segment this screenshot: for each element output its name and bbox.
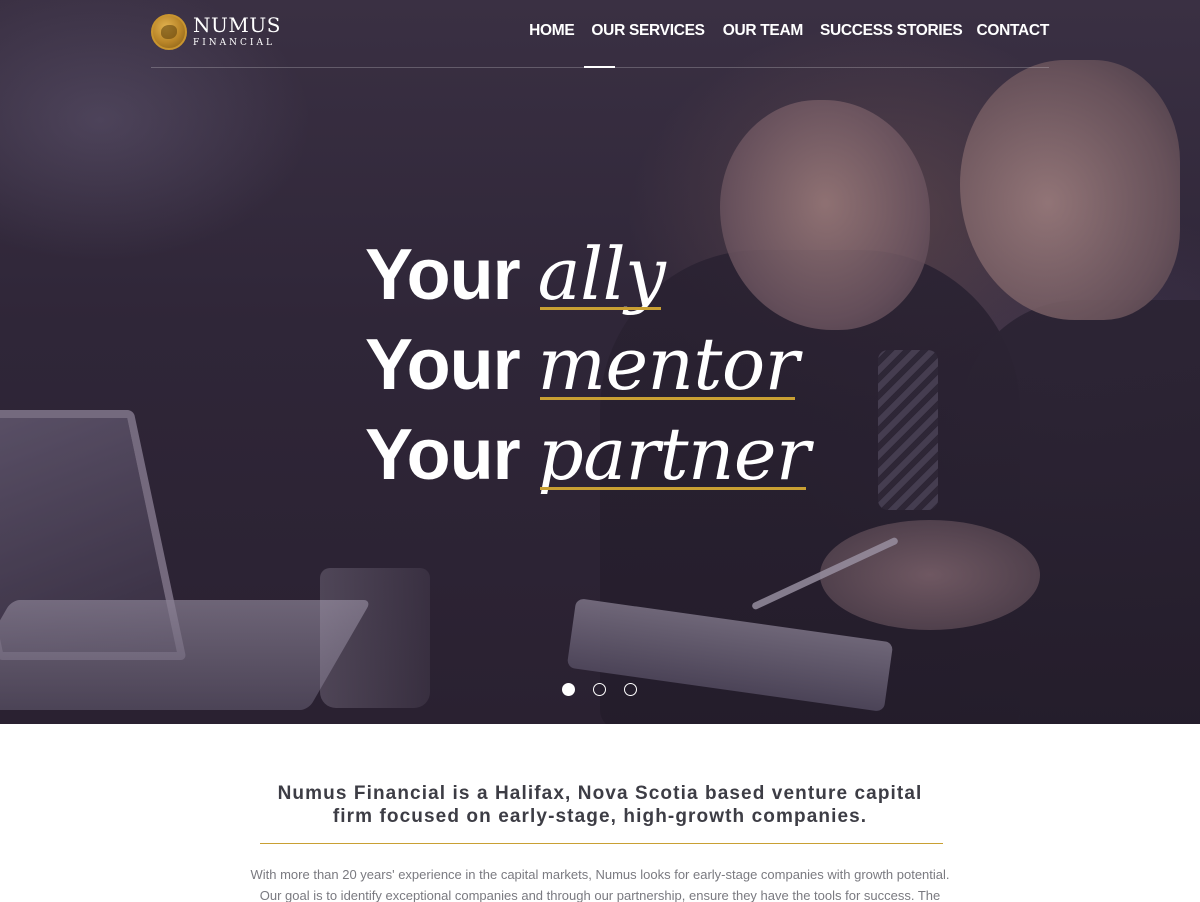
slider-pagination: [562, 683, 655, 696]
logo-link[interactable]: NUMUS FINANCIAL: [151, 14, 281, 50]
headline-lead: Your: [365, 235, 521, 315]
headline-emphasis: mentor: [538, 322, 799, 406]
slider-dot-2[interactable]: [593, 683, 606, 696]
background-tie: [878, 350, 938, 510]
headline-emphasis: ally: [538, 232, 666, 316]
logo-text: NUMUS FINANCIAL: [193, 15, 281, 49]
headline-line: Your ally: [365, 232, 810, 322]
nav-our-team[interactable]: OUR TEAM: [723, 22, 804, 40]
slider-dot-3[interactable]: [624, 683, 637, 696]
intro-title-line: firm focused on early-stage, high-growth…: [332, 806, 868, 827]
headline-emphasis-text: mentor: [537, 322, 799, 406]
hero-banner: NUMUS FINANCIAL HOME OUR SERVICES OUR TE…: [0, 0, 1200, 724]
headline-emphasis: partner: [537, 412, 811, 496]
logo-subtitle: FINANCIAL: [193, 38, 275, 48]
logo-name: NUMUS: [193, 13, 281, 37]
intro-body: With more than 20 years' experience in t…: [220, 864, 980, 902]
site-header: NUMUS FINANCIAL HOME OUR SERVICES OUR TE…: [151, 0, 1049, 68]
nav-contact[interactable]: CONTACT: [976, 22, 1049, 40]
intro-body-line: With more than 20 years' experience in t…: [250, 867, 950, 882]
headline-line: Your partner: [365, 412, 810, 502]
nav-success-stories[interactable]: SUCCESS STORIES: [820, 22, 963, 40]
nav-our-services[interactable]: OUR SERVICES: [591, 22, 705, 40]
headline-lead: Your: [365, 415, 521, 495]
slider-dot-1[interactable]: [562, 683, 575, 696]
intro-title-line: Numus Financial is a Halifax, Nova Scoti…: [277, 783, 923, 804]
headline-emphasis-text: partner: [537, 412, 811, 496]
intro-body-line: Our goal is to identify exceptional comp…: [259, 888, 941, 902]
headline-underline: [539, 397, 795, 400]
background-person-right: [960, 300, 1200, 724]
intro-title: Numus Financial is a Halifax, Nova Scoti…: [200, 782, 1000, 828]
headline-underline: [539, 307, 662, 310]
headline-line: Your mentor: [365, 322, 810, 412]
nav-home[interactable]: HOME: [529, 22, 575, 40]
intro-section: Numus Financial is a Halifax, Nova Scoti…: [0, 724, 1200, 902]
headline-emphasis-text: ally: [537, 232, 666, 316]
nav-active-indicator: [584, 66, 615, 68]
background-glass: [320, 568, 430, 708]
headline-underline: [539, 487, 806, 490]
background-hand: [820, 520, 1040, 630]
background-laptop-keyboard: [0, 600, 372, 710]
background-person-right-head: [960, 60, 1180, 320]
main-nav: HOME OUR SERVICES OUR TEAM SUCCESS STORI…: [529, 22, 1049, 40]
intro-divider: [260, 843, 943, 844]
headline-lead: Your: [365, 325, 521, 405]
hero-headline: Your ally Your mentor Your partner: [365, 232, 810, 502]
coin-logo-icon: [151, 14, 187, 50]
